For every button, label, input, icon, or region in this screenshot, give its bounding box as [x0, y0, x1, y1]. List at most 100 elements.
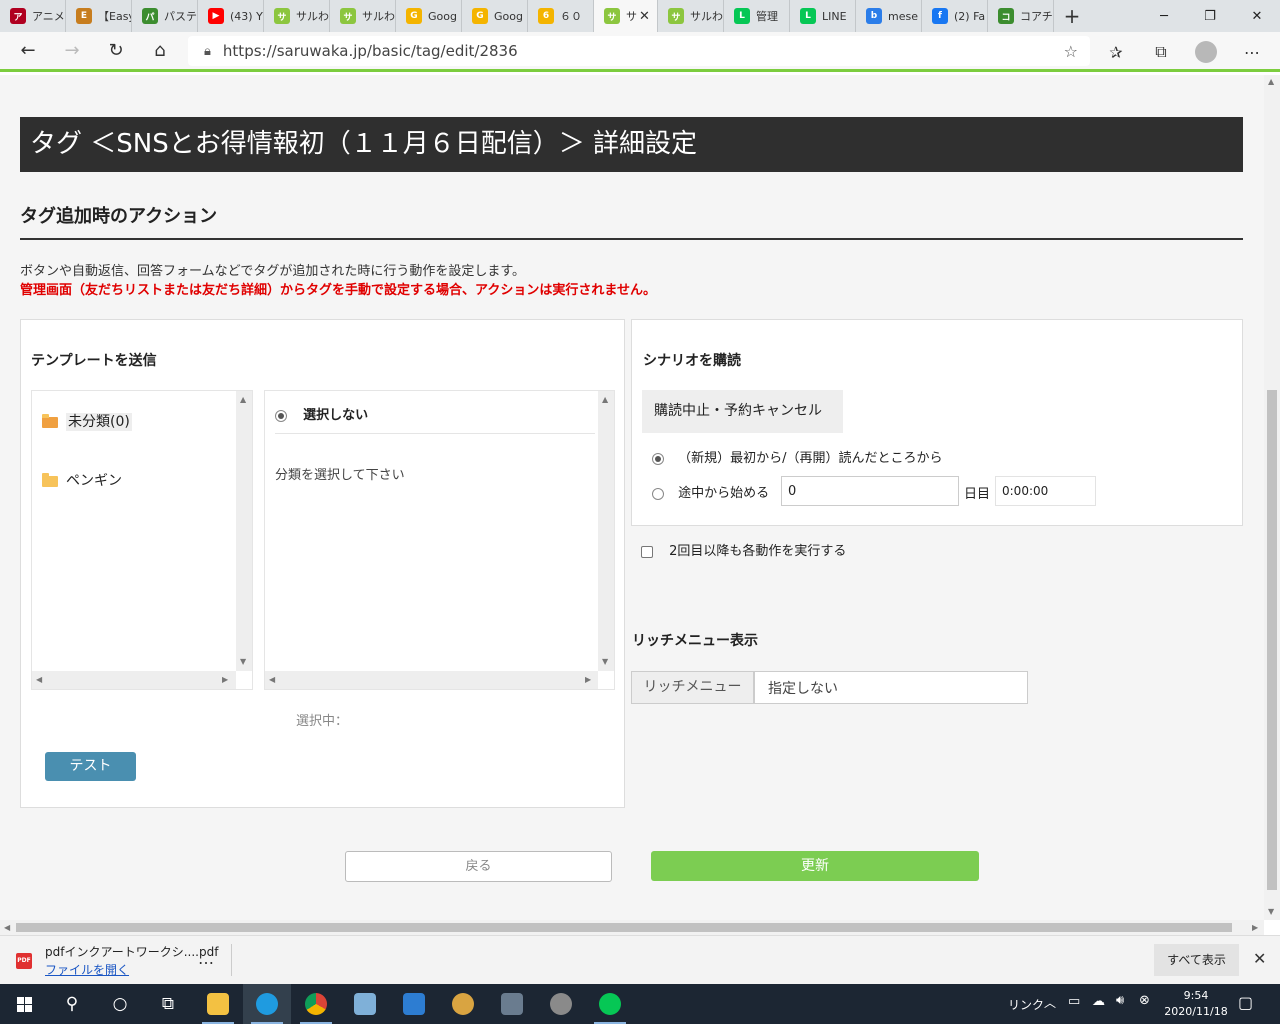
- browser-tab[interactable]: G Goog: [396, 0, 462, 32]
- template-list-hscroll[interactable]: ◀ ▶: [265, 671, 598, 689]
- template-placeholder: 分類を選択して下さい: [275, 468, 405, 483]
- template-panel: テンプレートを送信 未分類(0) ペンギン ▲ ▼ ◀ ▶ 選択しない 分類を選択し…: [20, 319, 625, 808]
- browser-tab[interactable]: f (2) Fa: [922, 0, 988, 32]
- back-arrow-icon[interactable]: ←: [6, 40, 50, 61]
- repeat-option[interactable]: 2回目以降も各動作を実行する: [641, 540, 846, 559]
- day-input[interactable]: 0: [781, 476, 959, 506]
- page-vertical-scroll-thumb[interactable]: [1267, 390, 1277, 890]
- download-divider: [231, 944, 232, 976]
- browser-tab[interactable]: E 【Easy: [66, 0, 132, 32]
- tab-favicon-icon: 6: [538, 8, 554, 24]
- option-from-start[interactable]: （新規）最初から/（再開）読んだところから: [652, 447, 943, 466]
- browser-tab[interactable]: G Goog: [462, 0, 528, 32]
- onedrive-icon[interactable]: ☁: [1092, 994, 1105, 1009]
- notes-app-icon[interactable]: [341, 984, 389, 1024]
- clock-time: 9:54: [1183, 989, 1209, 1002]
- close-window-icon[interactable]: ✕: [1234, 0, 1280, 32]
- chevron-up-icon[interactable]: ︿: [1044, 994, 1056, 1011]
- network-icon[interactable]: ▭: [1068, 994, 1080, 1009]
- browser-tab[interactable]: L LINE: [790, 0, 856, 32]
- edge-browser-icon[interactable]: [243, 984, 291, 1024]
- maximize-icon[interactable]: ❐: [1187, 0, 1233, 32]
- close-download-bar-icon[interactable]: ✕: [1253, 949, 1266, 968]
- browser-tab[interactable]: パパステ: [132, 0, 198, 32]
- browser-tab[interactable]: ササルわ: [264, 0, 330, 32]
- tab-favicon-icon: サ: [340, 8, 356, 24]
- profile-avatar[interactable]: [1184, 32, 1228, 72]
- template-none-option[interactable]: 選択しない: [275, 404, 595, 434]
- browser-tab[interactable]: ササルわ: [330, 0, 396, 32]
- back-button[interactable]: 戻る: [345, 851, 612, 882]
- collections-icon[interactable]: ⧉: [1139, 32, 1183, 72]
- update-button[interactable]: 更新: [651, 851, 979, 881]
- folder-item[interactable]: ペンギン: [42, 470, 122, 490]
- tab-close-icon[interactable]: ✕: [639, 9, 650, 24]
- line-app-icon[interactable]: [586, 984, 634, 1024]
- scenario-panel: シナリオを購読 購読中止・予約キャンセル （新規）最初から/（再開）読んだところ…: [631, 319, 1243, 526]
- refresh-icon[interactable]: ↻: [94, 40, 138, 61]
- folder-list-vscroll[interactable]: ▲ ▼: [236, 391, 252, 671]
- notification-x-icon[interactable]: ⊗: [1139, 993, 1150, 1008]
- page-vertical-scrollbar[interactable]: ▲ ▼: [1264, 75, 1280, 920]
- home-icon[interactable]: ⌂: [138, 40, 182, 61]
- browser-tab[interactable]: b mese: [856, 0, 922, 32]
- page-horizontal-scroll-thumb[interactable]: [16, 923, 1232, 932]
- minimize-icon[interactable]: ─: [1141, 0, 1187, 32]
- taskbar-clock[interactable]: 9:54 2020/11/18: [1164, 988, 1228, 1020]
- radio-none[interactable]: [275, 409, 287, 422]
- tab-favicon-icon: ▶: [208, 8, 224, 24]
- camera-app-icon[interactable]: [537, 984, 585, 1024]
- folder-list[interactable]: 未分類(0) ペンギン ▲ ▼ ◀ ▶: [31, 390, 253, 690]
- tab-label: サルわ: [362, 10, 395, 23]
- tab-label: (43) Y: [230, 9, 263, 23]
- tab-favicon-icon: G: [406, 8, 422, 24]
- browser-tab[interactable]: アアニメ: [0, 0, 66, 32]
- test-button[interactable]: テスト: [45, 752, 136, 781]
- browser-tab[interactable]: L 管理: [724, 0, 790, 32]
- browser-tab[interactable]: ササ ✕: [594, 0, 658, 32]
- chrome-icon[interactable]: [292, 984, 340, 1024]
- repeat-checkbox[interactable]: [641, 545, 653, 558]
- new-tab-button[interactable]: +: [1054, 4, 1090, 28]
- more-menu-icon[interactable]: ⋯: [1230, 32, 1274, 72]
- page-horizontal-scrollbar[interactable]: ◀ ▶: [0, 920, 1264, 935]
- open-file-link[interactable]: ファイルを開く: [45, 961, 129, 978]
- description-text: ボタンや自動返信、回答フォームなどでタグが追加された時に行う動作を設定します。: [20, 264, 526, 279]
- download-more-icon[interactable]: …: [198, 949, 214, 968]
- folder-item[interactable]: 未分類(0): [42, 411, 132, 431]
- show-all-button[interactable]: すべて表示: [1154, 944, 1239, 976]
- address-bar[interactable]: 🔒︎ https://saruwaka.jp/basic/tag/edit/28…: [188, 36, 1090, 66]
- search-icon[interactable]: ⚲: [48, 984, 96, 1024]
- time-input[interactable]: 0:00:00: [995, 476, 1096, 506]
- photos-app-icon[interactable]: [390, 984, 438, 1024]
- file-explorer-icon[interactable]: [194, 984, 242, 1024]
- favorites-icon[interactable]: ✰: [1094, 32, 1138, 72]
- action-center-icon[interactable]: ▢: [1238, 993, 1253, 1012]
- radio-from-start[interactable]: [652, 452, 664, 465]
- windows-start-icon[interactable]: [0, 984, 48, 1024]
- browser-tab[interactable]: ▶ (43) Y: [198, 0, 264, 32]
- template-list[interactable]: 選択しない 分類を選択して下さい ▲ ▼ ◀ ▶: [264, 390, 615, 690]
- cortana-icon[interactable]: ○: [96, 984, 144, 1024]
- favorite-star-icon[interactable]: ☆: [1064, 42, 1078, 61]
- template-list-vscroll[interactable]: ▲ ▼: [598, 391, 614, 671]
- forward-arrow-icon[interactable]: →: [50, 40, 94, 61]
- task-view-icon[interactable]: ⧉: [144, 984, 192, 1024]
- url-text: https://saruwaka.jp/basic/tag/edit/2836: [222, 42, 518, 60]
- tab-label: ６０: [560, 10, 582, 23]
- links-toolbar-label[interactable]: リンク: [1008, 996, 1044, 1013]
- radio-midway[interactable]: [652, 487, 664, 500]
- browser-tab[interactable]: ココアチ: [988, 0, 1054, 32]
- cancel-subscription-tab[interactable]: 購読中止・予約キャンセル: [642, 390, 843, 433]
- browser-tab[interactable]: ササルわ: [658, 0, 724, 32]
- folder-list-hscroll[interactable]: ◀ ▶: [32, 671, 236, 689]
- tab-favicon-icon: f: [932, 8, 948, 24]
- volume-icon[interactable]: 🔊︎: [1116, 993, 1124, 1008]
- paint-app-icon[interactable]: [439, 984, 487, 1024]
- tab-favicon-icon: ア: [10, 8, 26, 24]
- calculator-icon[interactable]: [488, 984, 536, 1024]
- browser-tab[interactable]: 6 ６０: [528, 0, 594, 32]
- option-midway[interactable]: 途中から始める: [652, 482, 769, 501]
- tab-label: Goog: [494, 9, 523, 23]
- rich-menu-select[interactable]: 指定しない: [754, 671, 1028, 704]
